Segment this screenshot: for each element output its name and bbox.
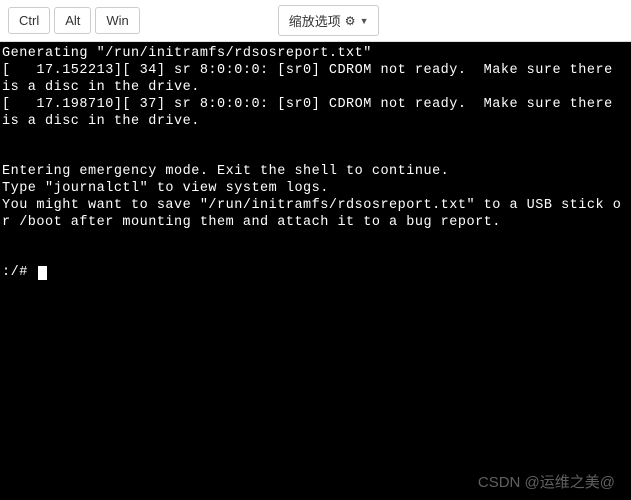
terminal-line: Entering emergency mode. Exit the shell … bbox=[2, 164, 449, 179]
terminal-line: [ 17.152213][ 34] sr 8:0:0:0: [sr0] CDRO… bbox=[2, 63, 621, 95]
win-button[interactable]: Win bbox=[95, 7, 139, 34]
terminal-line: Generating "/run/initramfs/rdsosreport.t… bbox=[2, 46, 372, 61]
alt-button[interactable]: Alt bbox=[54, 7, 91, 34]
terminal-prompt: :/# bbox=[2, 265, 36, 280]
gear-icon: ⚙ bbox=[345, 14, 356, 28]
caret-down-icon: ▼ bbox=[360, 16, 369, 26]
toolbar: Ctrl Alt Win 缩放选项 ⚙ ▼ bbox=[0, 0, 631, 42]
terminal-line: You might want to save "/run/initramfs/r… bbox=[2, 198, 621, 230]
zoom-options-button[interactable]: 缩放选项 ⚙ ▼ bbox=[278, 5, 380, 36]
zoom-options-label: 缩放选项 bbox=[289, 11, 341, 30]
ctrl-button[interactable]: Ctrl bbox=[8, 7, 50, 34]
terminal-output[interactable]: Generating "/run/initramfs/rdsosreport.t… bbox=[0, 42, 631, 500]
terminal-line: [ 17.198710][ 37] sr 8:0:0:0: [sr0] CDRO… bbox=[2, 97, 621, 129]
cursor bbox=[38, 266, 47, 280]
terminal-line: Type "journalctl" to view system logs. bbox=[2, 181, 329, 196]
